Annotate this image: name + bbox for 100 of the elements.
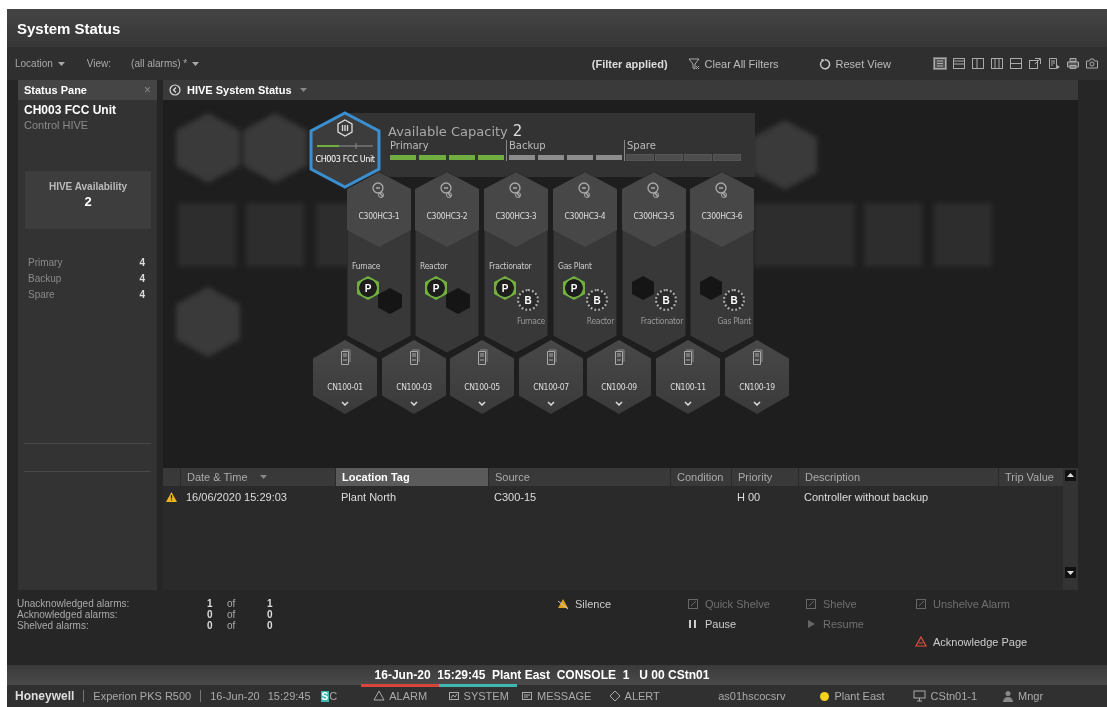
column-header[interactable]: Date & Time — [180, 468, 335, 486]
capacity-label: Available Capacity — [388, 124, 508, 139]
chevron-down-icon — [478, 401, 486, 406]
column-header[interactable]: Description — [798, 468, 998, 486]
availability-label: HIVE Availability — [48, 181, 128, 192]
chevron-down-icon — [615, 401, 623, 406]
count-value: 4 — [139, 257, 145, 268]
capacity-group-label: Primary — [390, 140, 430, 151]
column-header[interactable]: Priority — [731, 468, 798, 486]
breadcrumb-dropdown[interactable]: HIVE System Status — [187, 84, 307, 96]
status-tab[interactable]: SYSTEM — [439, 684, 518, 702]
unit-name: CH003 FCC Unit — [24, 103, 117, 117]
column-header[interactable]: Source — [488, 468, 670, 486]
scroll-down-icon[interactable] — [1065, 567, 1076, 578]
mode-label: C — [329, 690, 338, 702]
view-dropdown[interactable]: (all alarms) * — [131, 58, 200, 69]
summary-total: 0 — [267, 609, 274, 620]
count-value: 4 — [139, 289, 145, 300]
popout-icon[interactable] — [1028, 57, 1042, 70]
node-name: CN100-03 — [395, 382, 433, 392]
status-tab[interactable]: ALARM — [361, 684, 440, 702]
summary-of: of — [227, 609, 237, 620]
caret-icon — [299, 88, 307, 92]
controller-name: C300HC3-2 — [425, 211, 469, 221]
node-tile[interactable]: CN100-11 — [656, 340, 720, 414]
summary-count: 1 — [207, 598, 214, 609]
status-tab[interactable]: MESSAGE — [517, 684, 596, 702]
table-cell-text: 16/06/2020 15:29:03 — [185, 490, 288, 505]
scroll-up-icon[interactable] — [1065, 470, 1076, 481]
controller-function: Reactor — [420, 261, 448, 271]
shelf-icon — [687, 598, 699, 610]
chevron-down-icon — [341, 401, 349, 406]
monitor-icon — [912, 690, 926, 702]
window-title: System Status — [17, 19, 121, 37]
device-icon — [545, 349, 557, 366]
columns-view-icon[interactable] — [971, 57, 985, 70]
controller-name: C300HC3-1 — [357, 211, 401, 221]
node-tile[interactable]: CN100-19 — [725, 340, 789, 414]
node-tile[interactable]: CN100-07 — [519, 340, 583, 414]
node-name: CN100-07 — [532, 382, 570, 392]
backup-for-label: Furnace — [516, 316, 545, 326]
node-tile[interactable]: CN100-09 — [587, 340, 651, 414]
summary-label: Shelved alarms: — [17, 620, 90, 631]
back-icon[interactable] — [169, 84, 181, 96]
panel-view-icon[interactable] — [990, 57, 1004, 70]
server-name: as01hscocsrv — [718, 690, 786, 702]
column-header[interactable]: Location Tag — [335, 468, 488, 486]
status-time: 15:29:45 — [267, 690, 311, 702]
controller-function: Fractionator — [489, 261, 532, 271]
controller-icon — [372, 182, 386, 199]
node-tile[interactable]: CN100-05 — [450, 340, 514, 414]
count-value: 4 — [139, 273, 145, 284]
report-icon[interactable] — [1047, 57, 1061, 70]
column-header[interactable]: Condition — [670, 468, 731, 486]
node-name: CN100-11 — [669, 382, 707, 392]
summary-total: 1 — [267, 598, 274, 609]
column-header — [163, 468, 180, 486]
grid-view-icon[interactable] — [933, 57, 947, 70]
summary-of: of — [227, 598, 237, 609]
unit-hexagon[interactable] — [309, 111, 381, 189]
pause-button[interactable]: Pause — [687, 618, 737, 630]
clear-filters-button[interactable]: Clear All Filters — [687, 57, 779, 70]
location-dropdown[interactable]: Location — [15, 58, 65, 69]
console-info: 16-Jun-20 15:29:45 Plant East CONSOLE 1 U 00 CStn01 — [374, 668, 710, 682]
warning-icon — [166, 492, 177, 502]
silence-button[interactable]: Silence — [557, 598, 612, 610]
summary-of: of — [227, 620, 237, 631]
summary-count: 0 — [207, 620, 214, 631]
column-header[interactable]: Trip Value — [998, 468, 1063, 486]
controller-name: C300HC3-5 — [632, 211, 676, 221]
device-icon — [476, 349, 488, 366]
controller-icon — [578, 182, 592, 199]
filter-clear-icon — [687, 57, 700, 70]
controller-name: C300HC3-3 — [494, 211, 538, 221]
device-icon — [682, 349, 694, 366]
reset-view-button[interactable]: Reset View — [818, 57, 891, 70]
scrollbar[interactable] — [1063, 468, 1078, 590]
status-tab[interactable]: ALERT — [595, 684, 674, 702]
controller-icon — [509, 182, 523, 199]
split-view-icon[interactable] — [1009, 57, 1023, 70]
node-name: CN100-01 — [326, 382, 364, 392]
view-label: View: — [86, 58, 112, 69]
device-icon — [751, 349, 763, 366]
node-tile[interactable]: CN100-03 — [382, 340, 446, 414]
print-icon[interactable] — [1066, 57, 1080, 70]
count-label: Spare — [28, 289, 56, 300]
filter-status: (Filter applied) — [591, 57, 668, 70]
table-cell-text: C300-15 — [493, 490, 538, 505]
node-tile[interactable]: CN100-01 — [313, 340, 377, 414]
count-label: Backup — [28, 273, 63, 284]
controller-name: C300HC3-6 — [700, 211, 744, 221]
unit-icon — [337, 119, 353, 137]
user-name: Mngr — [1018, 690, 1044, 702]
camera-icon[interactable] — [1085, 57, 1099, 70]
capacity-group-label: Spare — [627, 140, 657, 151]
status-date: 16-Jun-20 — [210, 690, 260, 702]
warning-icon — [915, 636, 927, 648]
acknowledge-button[interactable]: Acknowledge Page — [915, 636, 1028, 648]
product-name: Experion PKS R500 — [93, 690, 192, 702]
list-view-icon[interactable] — [952, 57, 966, 70]
